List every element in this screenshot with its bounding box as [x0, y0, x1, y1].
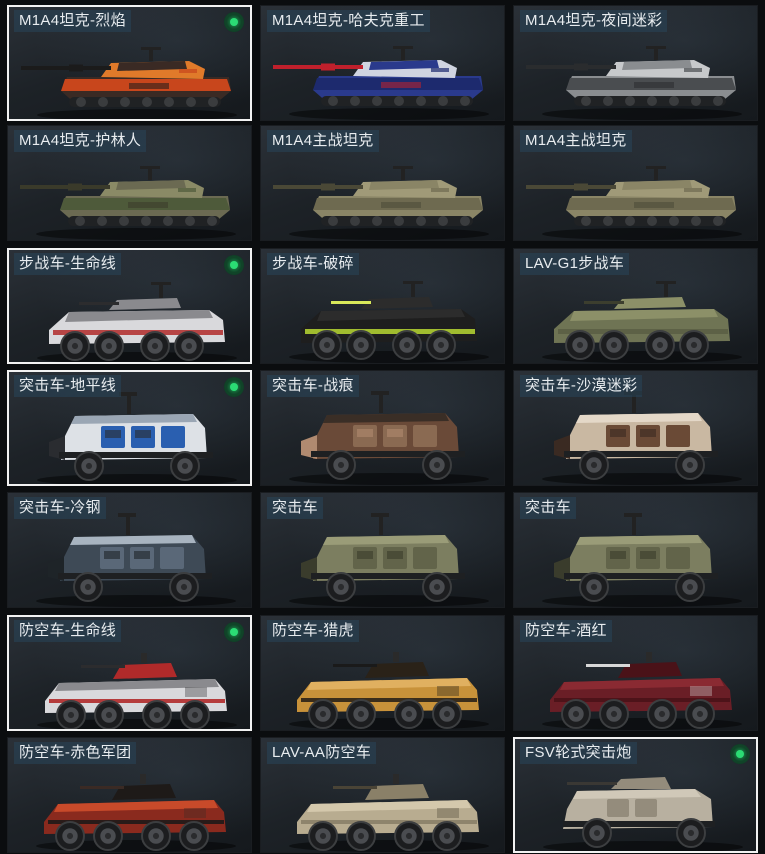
vehicle-skin-card[interactable]: M1A4主战坦克	[513, 125, 758, 241]
equipped-indicator-icon	[732, 746, 748, 762]
vehicle-skin-card[interactable]: M1A4坦克-烈焰	[7, 5, 252, 121]
vehicle-skin-card[interactable]: 防空车-生命线	[7, 615, 252, 731]
vehicle-skin-card[interactable]: 突击车	[260, 492, 505, 608]
skin-name-label: M1A4坦克-哈夫克重工	[267, 10, 430, 32]
skin-name-label: 防空车-酒红	[520, 620, 612, 642]
vehicle-skin-card[interactable]: 防空车-酒红	[513, 615, 758, 731]
vehicle-skin-card[interactable]: 突击车-冷钢	[7, 492, 252, 608]
vehicle-skin-card[interactable]: 突击车-地平线	[7, 370, 252, 486]
vehicle-skin-card[interactable]: M1A4坦克-护林人	[7, 125, 252, 241]
vehicle-skin-card[interactable]: 突击车-沙漠迷彩	[513, 370, 758, 486]
vehicle-skin-card[interactable]: M1A4坦克-夜间迷彩	[513, 5, 758, 121]
skin-name-label: 突击车-战痕	[267, 375, 359, 397]
vehicle-skin-card[interactable]: LAV-AA防空车	[260, 737, 505, 853]
vehicle-skin-card[interactable]: 步战车-破碎	[260, 248, 505, 364]
vehicle-skin-grid: M1A4坦克-烈焰 M1A4坦克-哈夫克重工 M1A4坦克-夜间迷彩 M1A4坦克-护…	[0, 0, 765, 854]
vehicle-skin-card[interactable]: 防空车-猎虎	[260, 615, 505, 731]
vehicle-skin-card[interactable]: 防空车-赤色军团	[7, 737, 252, 853]
vehicle-skin-card[interactable]: LAV-G1步战车	[513, 248, 758, 364]
equipped-indicator-icon	[226, 257, 242, 273]
skin-name-label: 步战车-生命线	[14, 253, 122, 275]
skin-name-label: 防空车-赤色军团	[14, 742, 137, 764]
equipped-indicator-icon	[226, 624, 242, 640]
skin-name-label: 突击车-沙漠迷彩	[520, 375, 643, 397]
skin-name-label: 突击车-地平线	[14, 375, 122, 397]
vehicle-skin-card[interactable]: 突击车	[513, 492, 758, 608]
skin-name-label: 步战车-破碎	[267, 253, 359, 275]
vehicle-skin-card[interactable]: 步战车-生命线	[7, 248, 252, 364]
vehicle-skin-card[interactable]: FSV轮式突击炮	[513, 737, 758, 853]
skin-name-label: 防空车-生命线	[14, 620, 122, 642]
skin-name-label: FSV轮式突击炮	[520, 742, 637, 764]
skin-name-label: 防空车-猎虎	[267, 620, 359, 642]
equipped-indicator-icon	[226, 379, 242, 395]
vehicle-skin-card[interactable]: M1A4坦克-哈夫克重工	[260, 5, 505, 121]
skin-name-label: M1A4主战坦克	[267, 130, 379, 152]
vehicle-skin-card[interactable]: 突击车-战痕	[260, 370, 505, 486]
skin-name-label: M1A4主战坦克	[520, 130, 632, 152]
skin-name-label: LAV-AA防空车	[267, 742, 377, 764]
skin-name-label: M1A4坦克-夜间迷彩	[520, 10, 668, 32]
skin-name-label: 突击车-冷钢	[14, 497, 106, 519]
skin-name-label: M1A4坦克-烈焰	[14, 10, 131, 32]
vehicle-skin-card[interactable]: M1A4主战坦克	[260, 125, 505, 241]
skin-name-label: 突击车	[520, 497, 576, 519]
skin-name-label: LAV-G1步战车	[520, 253, 630, 275]
equipped-indicator-icon	[226, 14, 242, 30]
skin-name-label: 突击车	[267, 497, 323, 519]
skin-name-label: M1A4坦克-护林人	[14, 130, 147, 152]
